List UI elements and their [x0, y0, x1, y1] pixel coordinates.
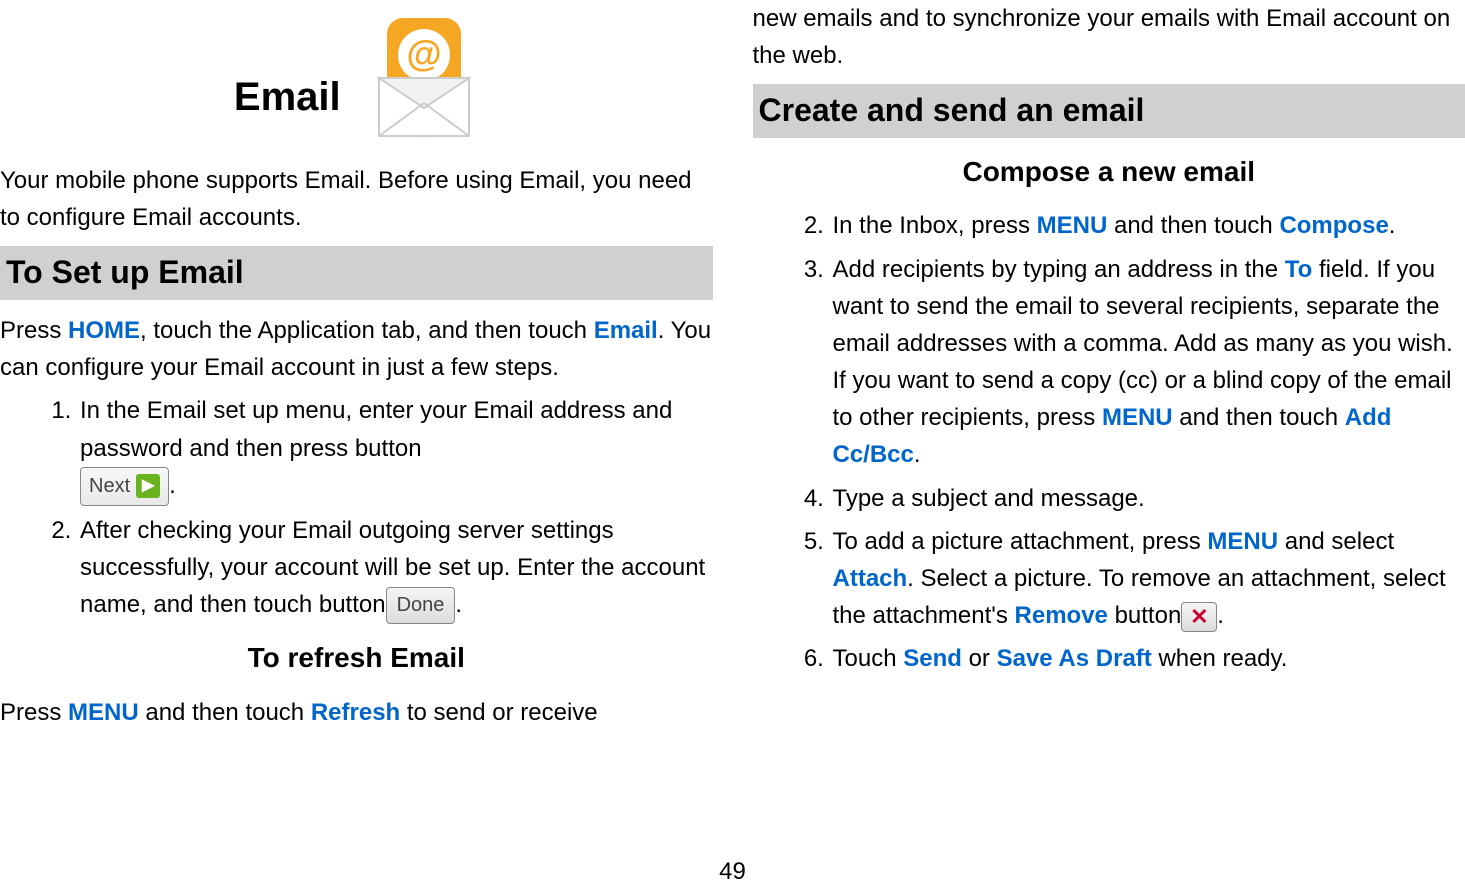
- compose-step-6: Touch Send or Save As Draft when ready.: [831, 640, 1465, 677]
- title-row: Email @: [0, 8, 713, 138]
- text: when ready.: [1152, 645, 1288, 672]
- svg-text:@: @: [406, 33, 441, 74]
- close-icon: ✕: [1190, 600, 1208, 634]
- text: and then touch: [139, 699, 311, 726]
- refresh-heading: To refresh Email: [0, 636, 713, 679]
- text: To add a picture attachment, press: [833, 528, 1208, 555]
- text: and then touch: [1173, 404, 1345, 431]
- to-field: To: [1285, 256, 1313, 283]
- text: , touch the Application tab, and then to…: [140, 317, 594, 344]
- create-heading: Create and send an email: [753, 84, 1465, 138]
- menu-key: MENU: [68, 699, 139, 726]
- send-action: Send: [903, 645, 962, 672]
- done-button[interactable]: Done: [386, 587, 456, 624]
- text: Press: [0, 699, 68, 726]
- text: In the Email set up menu, enter your Ema…: [80, 397, 672, 461]
- text: In the Inbox, press: [833, 212, 1037, 239]
- email-app-name: Email: [594, 317, 658, 344]
- menu-key: MENU: [1102, 404, 1173, 431]
- compose-step-5: To add a picture attachment, press MENU …: [831, 523, 1465, 635]
- text: Touch: [833, 645, 904, 672]
- text: Add recipients by typing an address in t…: [833, 256, 1285, 283]
- text: to send or receive: [400, 699, 597, 726]
- refresh-paragraph: Press MENU and then touch Refresh to sen…: [0, 694, 713, 731]
- setup-step-2: After checking your Email outgoing serve…: [78, 512, 713, 625]
- text: or: [962, 645, 997, 672]
- setup-heading: To Set up Email: [0, 246, 713, 300]
- text: Press: [0, 317, 68, 344]
- continuation-text: new emails and to synchronize your email…: [753, 0, 1465, 74]
- text: and then touch: [1107, 212, 1279, 239]
- page-number: 49: [719, 853, 746, 890]
- email-app-icon: @: [369, 8, 479, 138]
- text: and select: [1278, 528, 1394, 555]
- next-button[interactable]: Next ▶: [80, 467, 169, 506]
- setup-paragraph: Press HOME, touch the Application tab, a…: [0, 312, 713, 386]
- save-draft-action: Save As Draft: [997, 645, 1152, 672]
- home-key: HOME: [68, 317, 140, 344]
- remove-button[interactable]: ✕: [1181, 602, 1217, 632]
- compose-step-3: Add recipients by typing an address in t…: [831, 251, 1465, 474]
- compose-heading: Compose a new email: [753, 150, 1465, 193]
- compose-step-2: In the Inbox, press MENU and then touch …: [831, 207, 1465, 244]
- page-title: Email: [234, 66, 341, 128]
- compose-step-4: Type a subject and message.: [831, 480, 1465, 517]
- compose-action: Compose: [1279, 212, 1388, 239]
- text: button: [1115, 602, 1182, 629]
- next-label: Next: [89, 471, 130, 502]
- attach-action: Attach: [833, 565, 908, 592]
- intro-text: Your mobile phone supports Email. Before…: [0, 162, 713, 236]
- remove-action: Remove: [1015, 602, 1108, 629]
- menu-key: MENU: [1207, 528, 1278, 555]
- arrow-right-icon: ▶: [136, 474, 160, 498]
- menu-key: MENU: [1037, 212, 1108, 239]
- refresh-action: Refresh: [311, 699, 400, 726]
- setup-step-1: In the Email set up menu, enter your Ema…: [78, 392, 713, 506]
